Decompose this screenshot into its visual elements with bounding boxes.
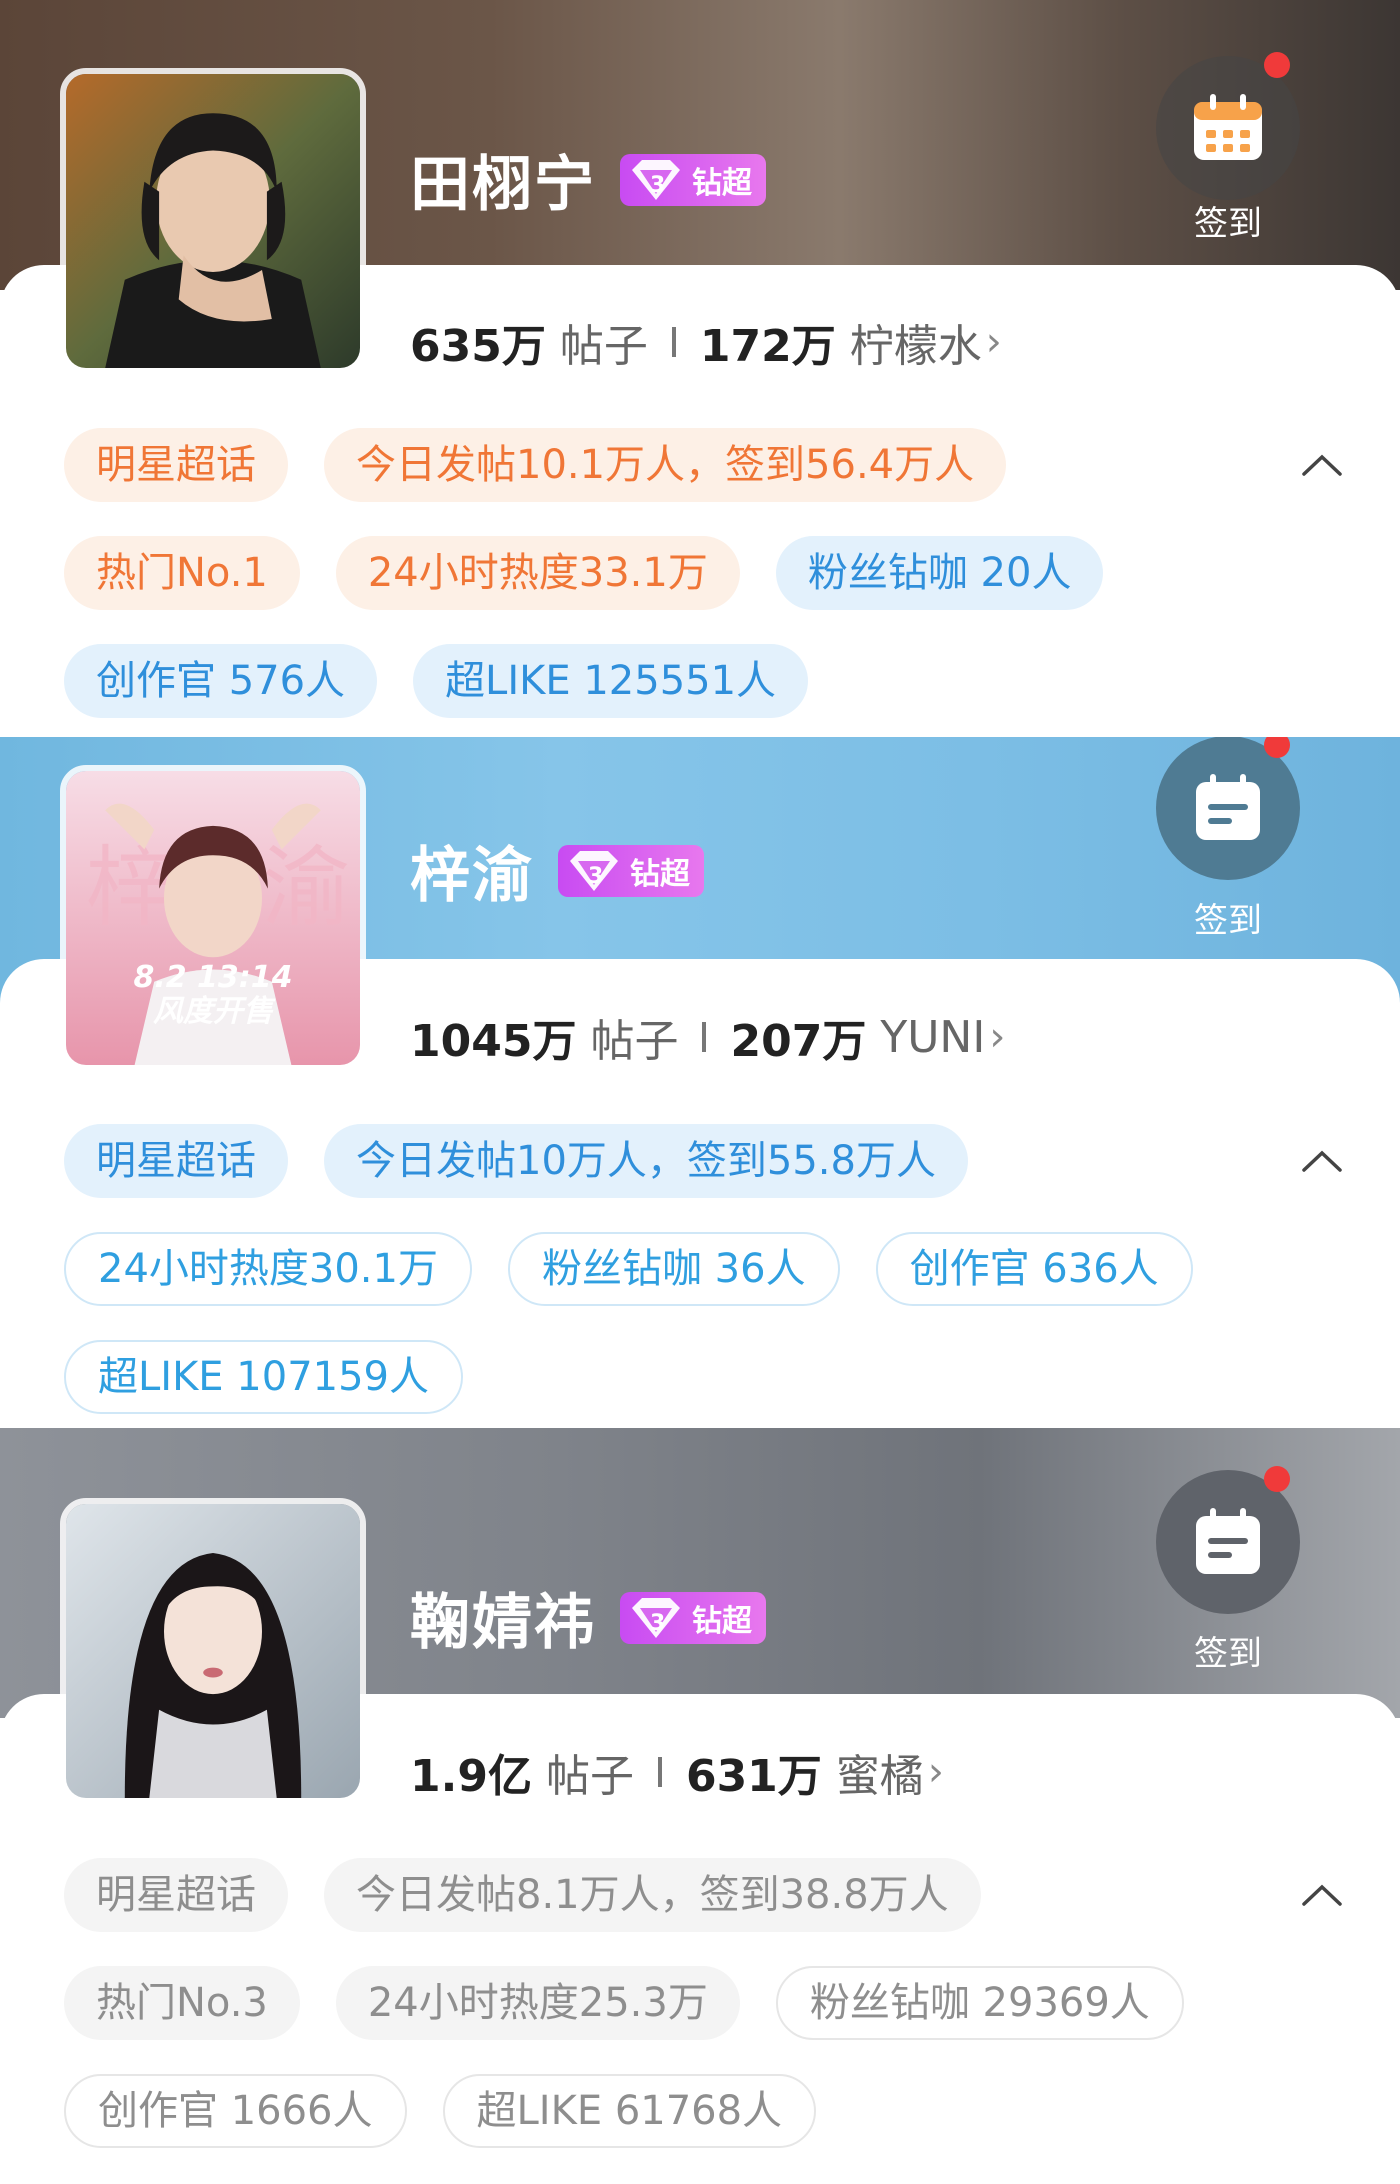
fans-count: 207万	[730, 1016, 867, 1067]
tag-super-like[interactable]: 超LIKE 107159人	[64, 1340, 463, 1414]
tag-24h-heat[interactable]: 24小时热度33.1万	[335, 536, 740, 610]
stats-divider	[702, 1022, 707, 1052]
topic-stats[interactable]: 1.9亿 帖子 631万 蜜橘 ›	[410, 1740, 944, 1804]
posts-label: 帖子	[559, 321, 648, 372]
tag-24h-heat[interactable]: 24小时热度30.1万	[64, 1232, 472, 1306]
checkin-button[interactable]	[1156, 737, 1300, 880]
topic-title-row: 鞠婧祎 3 钻超	[410, 1574, 766, 1661]
checkin-label[interactable]: 签到	[1158, 1626, 1298, 1675]
posts-label: 帖子	[590, 1016, 679, 1067]
super-topic-card-1[interactable]: 田栩宁 3 钻超 签到 635万 帖子 172万 柠檬水 › 明星超话 今日发帖…	[0, 0, 1400, 737]
topic-name[interactable]: 梓渝	[410, 827, 534, 914]
diamond-badge-icon: 3	[632, 159, 680, 200]
chevron-up-icon[interactable]	[1300, 1148, 1344, 1174]
svg-text:渝: 渝	[262, 836, 350, 939]
diamond-super-badge: 3 钻超	[620, 153, 766, 206]
svg-text:3: 3	[650, 1611, 665, 1636]
checkin-label[interactable]: 签到	[1158, 196, 1298, 245]
tag-super-like[interactable]: 超LIKE 125551人	[413, 644, 809, 718]
fans-count: 172万	[699, 321, 836, 372]
fans-name-label: YUNI	[880, 1011, 986, 1063]
topic-title-row: 梓渝 3 钻超	[410, 827, 704, 914]
notification-dot	[1264, 1466, 1290, 1492]
topic-name[interactable]: 鞠婧祎	[410, 1574, 596, 1661]
tag-fan-vip[interactable]: 粉丝钻咖 36人	[507, 1232, 840, 1306]
avatar-caption-date: 8.2 13:14	[133, 960, 293, 995]
topic-stats[interactable]: 635万 帖子 172万 柠檬水 ›	[410, 310, 1002, 374]
chevron-right-icon: ›	[927, 1749, 944, 1795]
badge-label: 钻超	[630, 856, 690, 892]
posts-label: 帖子	[545, 1751, 634, 1802]
chevron-up-icon[interactable]	[1300, 452, 1344, 478]
tag-creators[interactable]: 创作官 1666人	[64, 2074, 407, 2148]
fans-name-label: 蜜橘	[835, 1751, 924, 1802]
svg-text:3: 3	[588, 864, 603, 889]
tag-star-topic[interactable]: 明星超话	[64, 1858, 288, 1932]
posts-count: 635万	[410, 321, 546, 372]
tag-fan-vip[interactable]: 粉丝钻咖 29369人	[775, 1966, 1184, 2040]
avatar-image	[66, 1504, 360, 1798]
tag-creators[interactable]: 创作官 636人	[875, 1232, 1193, 1306]
diamond-badge-icon: 3	[570, 850, 618, 891]
fans-count: 631万	[685, 1751, 822, 1802]
badge-label: 钻超	[692, 1603, 752, 1639]
checkin-button[interactable]	[1156, 1466, 1300, 1614]
avatar[interactable]	[60, 1498, 366, 1804]
checkin-button[interactable]	[1156, 52, 1300, 200]
avatar-image	[66, 74, 360, 368]
tag-daily-activity[interactable]: 今日发帖10.1万人，签到56.4万人	[324, 428, 1007, 502]
chevron-right-icon: ›	[985, 319, 1002, 365]
tag-hot-rank[interactable]: 热门No.3	[64, 1966, 300, 2040]
tag-star-topic[interactable]: 明星超话	[64, 428, 288, 502]
tag-hot-rank[interactable]: 热门No.1	[64, 536, 300, 610]
svg-text:3: 3	[650, 173, 665, 198]
checkin-label[interactable]: 签到	[1158, 893, 1298, 942]
notification-dot	[1264, 52, 1290, 78]
chevron-right-icon: ›	[989, 1014, 1006, 1060]
posts-count: 1.9亿	[410, 1751, 532, 1802]
tag-creators[interactable]: 创作官 576人	[64, 644, 378, 718]
tag-daily-activity[interactable]: 今日发帖8.1万人，签到38.8万人	[324, 1858, 981, 1932]
tag-star-topic[interactable]: 明星超话	[64, 1124, 288, 1198]
topic-title-row: 田栩宁 3 钻超	[410, 136, 766, 223]
tag-24h-heat[interactable]: 24小时热度25.3万	[335, 1966, 740, 2040]
topic-name[interactable]: 田栩宁	[410, 136, 596, 223]
diamond-super-badge: 3 钻超	[620, 1591, 766, 1644]
diamond-badge-icon: 3	[632, 1597, 680, 1638]
super-topic-card-2[interactable]: 梓 渝 8.2 13:14 风度开售 梓渝 3 钻超 签到 1045万 帖子 2…	[0, 737, 1400, 1428]
topic-stats[interactable]: 1045万 帖子 207万 YUNI ›	[410, 1005, 1005, 1069]
chevron-up-icon[interactable]	[1300, 1882, 1344, 1908]
stats-divider	[657, 1757, 662, 1787]
tag-fan-vip[interactable]: 粉丝钻咖 20人	[775, 536, 1104, 610]
avatar-caption-text: 风度开售	[153, 994, 273, 1029]
tag-daily-activity[interactable]: 今日发帖10万人，签到55.8万人	[324, 1124, 968, 1198]
calendar-icon	[1196, 774, 1260, 840]
badge-label: 钻超	[692, 165, 752, 201]
fans-name-label: 柠檬水	[849, 321, 982, 372]
avatar[interactable]: 梓 渝 8.2 13:14 风度开售	[60, 765, 366, 1071]
diamond-super-badge: 3 钻超	[558, 844, 704, 897]
posts-count: 1045万	[410, 1016, 577, 1067]
stats-divider	[671, 327, 676, 357]
super-topic-card-3[interactable]: 鞠婧祎 3 钻超 签到 1.9亿 帖子 631万 蜜橘 › 明星超话 今日发帖8…	[0, 1428, 1400, 2184]
svg-text:梓: 梓	[86, 836, 174, 939]
tag-super-like[interactable]: 超LIKE 61768人	[442, 2074, 817, 2148]
calendar-icon	[1196, 1508, 1260, 1574]
calendar-icon	[1194, 94, 1262, 160]
avatar[interactable]	[60, 68, 366, 374]
